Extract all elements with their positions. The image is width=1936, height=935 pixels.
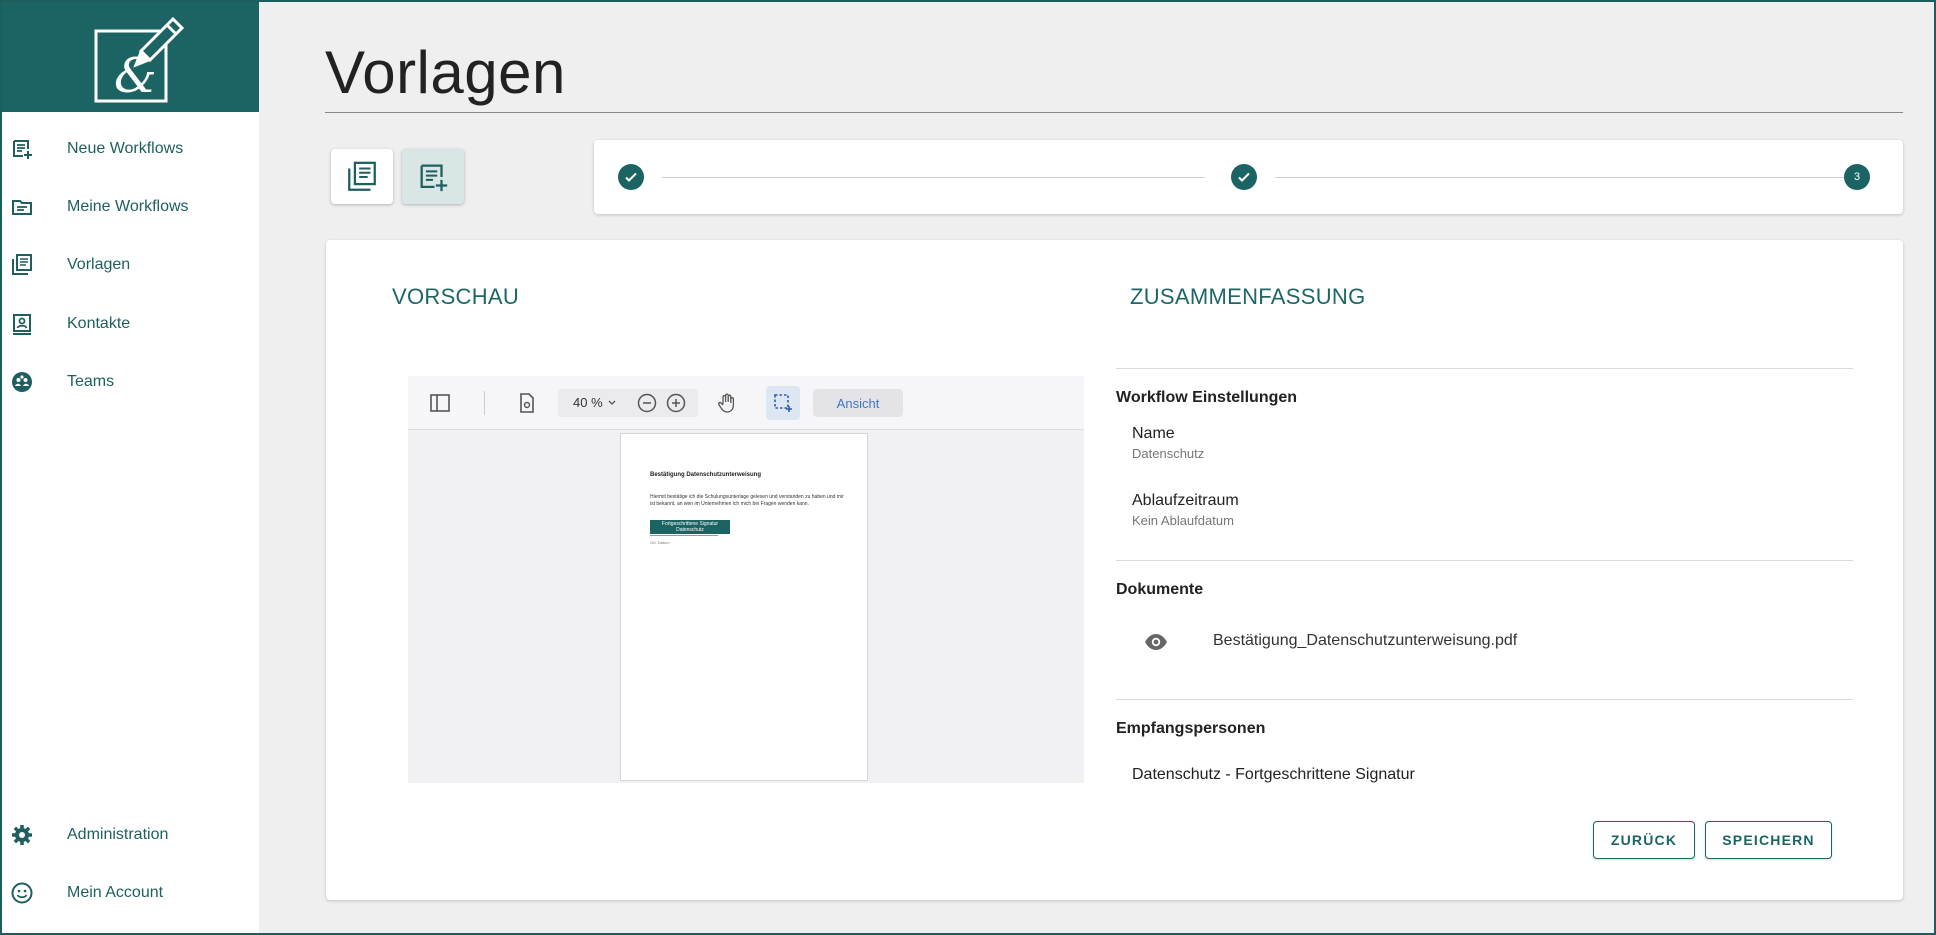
templates-icon bbox=[348, 161, 376, 191]
smiley-icon bbox=[11, 882, 33, 904]
contacts-icon bbox=[13, 314, 31, 335]
signature-logo-icon: & bbox=[94, 16, 184, 104]
zoom-in-icon[interactable] bbox=[664, 391, 688, 415]
sidebar-item-label: Vorlagen bbox=[67, 256, 131, 273]
step-connector bbox=[1275, 177, 1849, 178]
pdf-signature-field: Fortgeschrittene Signatur Datenschutz bbox=[650, 520, 730, 534]
documents-heading: Dokumente bbox=[1116, 581, 1204, 598]
new-template-button[interactable] bbox=[402, 149, 464, 204]
sidebar-item-neue-workflows[interactable]: Neue Workflows bbox=[0, 129, 259, 169]
eye-icon[interactable] bbox=[1144, 632, 1168, 652]
sidebar-item-meine-workflows[interactable]: Meine Workflows bbox=[0, 187, 259, 227]
title-divider bbox=[325, 112, 1903, 113]
select-area-icon[interactable] bbox=[771, 391, 795, 415]
sidebar-item-label: Meine Workflows bbox=[67, 198, 189, 215]
sidebar-toggle-icon[interactable] bbox=[428, 391, 452, 415]
sidebar-item-label: Teams bbox=[67, 373, 115, 390]
zoom-out-icon[interactable] bbox=[635, 391, 659, 415]
sidebar-item-vorlagen[interactable]: Vorlagen bbox=[0, 245, 259, 285]
pdf-page: Bestätigung Datenschutzunterweisung Hier… bbox=[620, 433, 868, 781]
document-name: Bestätigung_Datenschutzunterweisung.pdf bbox=[1213, 632, 1518, 649]
sidebar-item-kontakte[interactable]: Kontakte bbox=[0, 304, 259, 344]
pdf-heading: Bestätigung Datenschutzunterweisung bbox=[650, 472, 762, 478]
step-connector bbox=[662, 177, 1205, 178]
page-search-icon[interactable] bbox=[515, 391, 539, 415]
sidebar-item-label: Administration bbox=[67, 826, 169, 843]
view-button[interactable]: Ansicht bbox=[813, 389, 903, 417]
zoom-select[interactable]: 40 % bbox=[573, 395, 603, 410]
workflow-settings-heading: Workflow Einstellungen bbox=[1116, 389, 1298, 406]
sidebar-item-label: Mein Account bbox=[67, 884, 164, 901]
templates-icon bbox=[12, 254, 32, 275]
hand-pan-icon[interactable] bbox=[715, 391, 739, 415]
divider bbox=[1116, 560, 1853, 561]
step-1-complete[interactable] bbox=[618, 164, 644, 190]
recipient-item: Datenschutz - Fortgeschrittene Signatur bbox=[1132, 766, 1415, 783]
summary-title: ZUSAMMENFASSUNG bbox=[1130, 284, 1366, 309]
sidebar-item-label: Kontakte bbox=[67, 315, 131, 332]
save-button[interactable]: SPEICHERN bbox=[1705, 821, 1832, 859]
pdf-viewer: 40 % Ansicht Bestätigung Datenschutzunte… bbox=[408, 376, 1084, 783]
sidebar-item-mein-account[interactable]: Mein Account bbox=[0, 873, 259, 913]
signature-line bbox=[650, 535, 718, 536]
page-title: Vorlagen bbox=[325, 39, 566, 106]
expiry-value: Kein Ablaufdatum bbox=[1132, 513, 1234, 528]
check-icon bbox=[1238, 172, 1250, 182]
pdf-body: Hiermit bestätige ich die Schulungsunter… bbox=[650, 494, 844, 507]
step-2-complete[interactable] bbox=[1231, 164, 1257, 190]
preview-title: VORSCHAU bbox=[392, 284, 520, 309]
svg-text:&: & bbox=[114, 48, 157, 104]
app-logo[interactable]: & bbox=[0, 0, 259, 112]
recipients-heading: Empfangspersonen bbox=[1116, 720, 1266, 737]
progress-stepper: 3 bbox=[594, 140, 1903, 214]
divider bbox=[1116, 699, 1853, 700]
back-button[interactable]: ZURÜCK bbox=[1593, 821, 1695, 859]
check-icon bbox=[625, 172, 637, 182]
pdf-footer: Ort, Datum bbox=[650, 540, 670, 545]
gear-icon bbox=[12, 825, 32, 845]
name-value: Datenschutz bbox=[1132, 446, 1205, 461]
sidebar: & Neue Workflows Meine Workflows Vorlage… bbox=[0, 0, 259, 935]
sidebar-item-label: Neue Workflows bbox=[67, 140, 184, 157]
pdf-toolbar: 40 % Ansicht bbox=[408, 376, 1084, 430]
template-list-button[interactable] bbox=[331, 149, 393, 204]
sidebar-item-administration[interactable]: Administration bbox=[0, 815, 259, 855]
new-workflow-icon bbox=[13, 140, 32, 159]
content-card: VORSCHAU ZUSAMMENFASSUNG 40 % Ansicht Be… bbox=[326, 240, 1903, 900]
name-label: Name bbox=[1132, 425, 1175, 442]
toolbar-divider bbox=[484, 391, 485, 415]
folder-icon bbox=[12, 200, 32, 215]
sidebar-item-teams[interactable]: Teams bbox=[0, 362, 259, 402]
teams-icon bbox=[12, 372, 32, 392]
step-3-current[interactable]: 3 bbox=[1844, 164, 1870, 190]
chevron-down-icon[interactable] bbox=[607, 398, 617, 408]
divider bbox=[1116, 368, 1853, 369]
expiry-label: Ablaufzeitraum bbox=[1132, 492, 1239, 509]
new-workflow-icon bbox=[420, 164, 448, 191]
signature-name: Datenschutz bbox=[676, 527, 704, 533]
